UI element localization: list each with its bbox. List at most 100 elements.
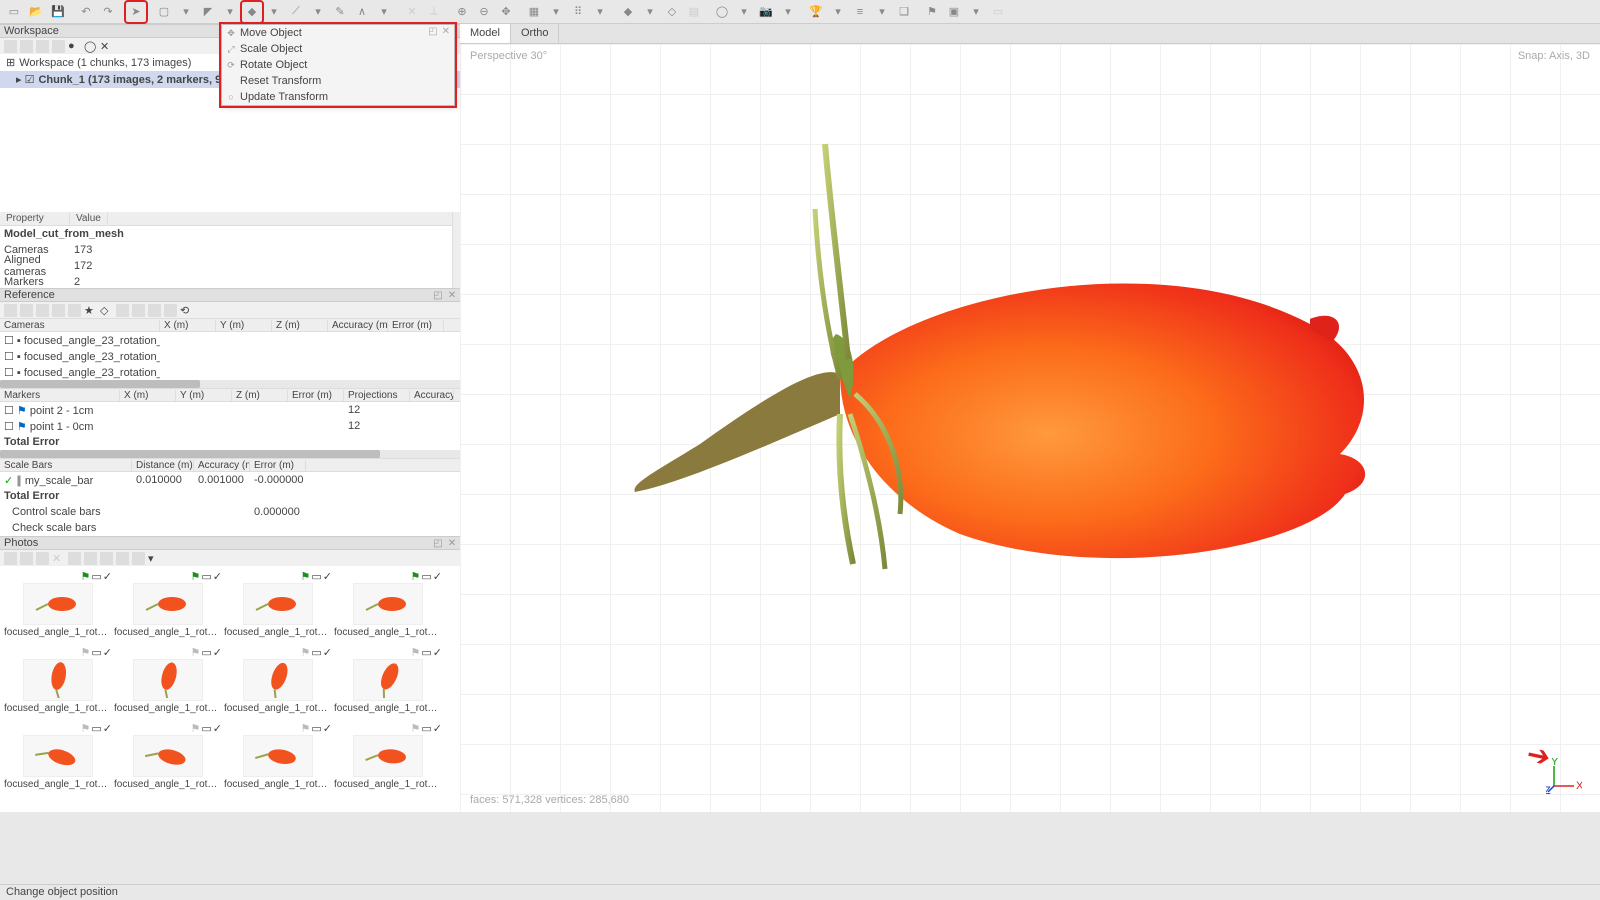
tb-icon[interactable]: ●: [68, 40, 81, 53]
tab-model[interactable]: Model: [460, 24, 511, 43]
photos-grid[interactable]: ⚑▭✓ focused_angle_1_rotation_1 ⚑▭✓ focus…: [0, 566, 460, 812]
undo-icon[interactable]: ↶: [76, 2, 96, 22]
tab-ortho[interactable]: Ortho: [511, 24, 560, 43]
check-icon: ✓: [103, 646, 112, 659]
dock-icon[interactable]: ◰: [432, 537, 444, 549]
zoom-in-icon[interactable]: ⊕: [452, 2, 472, 22]
cameras-show-icon[interactable]: ◯: [712, 2, 732, 22]
free-select-icon[interactable]: ◤: [198, 2, 218, 22]
photo-thumb[interactable]: ⚑▭✓ focused_angle_1_rotation_5: [4, 646, 112, 720]
menu-move-object[interactable]: ✥Move Object: [222, 25, 454, 41]
scrollbar[interactable]: [452, 212, 460, 288]
new-icon[interactable]: ▭: [4, 2, 24, 22]
texture-icon[interactable]: ◇: [662, 2, 682, 22]
tb-icon[interactable]: ✕: [100, 40, 113, 53]
photo-thumb[interactable]: ⚑▭✓ focused_angle_1_rotation_12: [334, 722, 442, 796]
dropdown-icon[interactable]: ▾: [220, 2, 240, 22]
menu-update-transform[interactable]: ○Update Transform: [222, 89, 454, 105]
scalebars-table[interactable]: ✓ ∥ my_scale_bar0.0100000.001000-0.00000…: [0, 472, 460, 536]
show-aligned-icon[interactable]: 🏆: [806, 2, 826, 22]
draw-icon[interactable]: ✎: [330, 2, 350, 22]
show-items-icon[interactable]: ≡: [850, 2, 870, 22]
photo-name: focused_angle_1_rotation_8: [334, 703, 442, 714]
dropdown-icon[interactable]: ▾: [734, 2, 754, 22]
photo-thumb[interactable]: ⚑▭✓ focused_angle_1_rotation_11: [224, 722, 332, 796]
close-icon[interactable]: ✕: [446, 537, 458, 549]
photos-panel-header: Photos ◰✕: [0, 536, 460, 550]
viewport-tabs: Model Ortho: [460, 24, 1600, 44]
show-region-icon[interactable]: ▣: [944, 2, 964, 22]
photo-thumb[interactable]: ⚑▭✓ focused_angle_1_rotation_7: [224, 646, 332, 720]
check-icon: ✓: [433, 646, 442, 659]
dropdown-icon[interactable]: ▾: [966, 2, 986, 22]
reset-view-icon[interactable]: ✥: [496, 2, 516, 22]
grid-icon[interactable]: ▦: [524, 2, 544, 22]
photo-thumb[interactable]: ⚑▭✓ focused_angle_1_rotation_9: [4, 722, 112, 796]
menu-rotate-object[interactable]: ⟳Rotate Object: [222, 57, 454, 73]
tb-icon[interactable]: ◯: [84, 40, 97, 53]
crop-icon[interactable]: ⟂: [424, 2, 444, 22]
photo-name: focused_angle_1_rotation_2: [114, 627, 222, 638]
menu-reset-transform[interactable]: Reset Transform: [222, 73, 454, 89]
photo-thumb[interactable]: ⚑▭✓ focused_angle_1_rotation_10: [114, 722, 222, 796]
viewport[interactable]: Perspective 30° Snap: Axis, 3D faces: 57…: [460, 44, 1600, 812]
redo-icon[interactable]: ↷: [98, 2, 118, 22]
dropdown-icon[interactable]: ▾: [176, 2, 196, 22]
photo-name: focused_angle_1_rotation_6: [114, 703, 222, 714]
flag-icon: ⚑: [81, 722, 91, 735]
show-shapes-icon[interactable]: ❑: [894, 2, 914, 22]
dropdown-icon[interactable]: ▾: [374, 2, 394, 22]
dropdown-icon[interactable]: ▾: [640, 2, 660, 22]
check-icon: ✓: [323, 646, 332, 659]
tb-icon[interactable]: [4, 40, 17, 53]
reference-toolbar: ★◇ ⟲: [0, 302, 460, 318]
dropdown-icon[interactable]: ▾: [872, 2, 892, 22]
update-icon: ○: [225, 92, 237, 102]
scrollbar[interactable]: [0, 380, 460, 388]
snap-label: Snap: Axis, 3D: [1518, 50, 1590, 62]
photo-thumb[interactable]: ⚑▭✓ focused_angle_1_rotation_3: [224, 570, 332, 644]
tb-icon[interactable]: [52, 40, 65, 53]
photo-name: focused_angle_1_rotation_3: [224, 627, 332, 638]
check-icon: ✓: [433, 570, 442, 583]
tb-icon[interactable]: [20, 40, 33, 53]
tb-icon[interactable]: [36, 40, 49, 53]
model-icon[interactable]: ◆: [618, 2, 638, 22]
scrollbar[interactable]: [0, 450, 460, 458]
dem-icon[interactable]: ▤: [684, 2, 704, 22]
move-region-icon[interactable]: ◆: [242, 2, 262, 22]
aligned-icon: ▭: [91, 570, 101, 583]
photos-toolbar: ✕▾: [0, 550, 460, 566]
photo-thumb[interactable]: ⚑▭✓ focused_angle_1_rotation_1: [4, 570, 112, 644]
polyline-icon[interactable]: ∧: [352, 2, 372, 22]
photo-thumb[interactable]: ⚑▭✓ focused_angle_1_rotation_8: [334, 646, 442, 720]
show-bbox-icon[interactable]: ▭: [988, 2, 1008, 22]
markers-table[interactable]: ☐ ⚑ point 2 - 1cm12 ☐ ⚑ point 1 - 0cm12 …: [0, 402, 460, 450]
photo-thumb[interactable]: ⚑▭✓ focused_angle_1_rotation_4: [334, 570, 442, 644]
aligned-icon: ▭: [201, 722, 211, 735]
open-icon[interactable]: 📂: [26, 2, 46, 22]
zoom-out-icon[interactable]: ⊖: [474, 2, 494, 22]
delete-icon[interactable]: ✕: [402, 2, 422, 22]
dropdown-icon[interactable]: ▾: [264, 2, 284, 22]
dropdown-icon[interactable]: ▾: [778, 2, 798, 22]
dropdown-icon[interactable]: ▾: [308, 2, 328, 22]
cameras-table[interactable]: ☐ ▪ focused_angle_23_rotation_10 ☐ ▪ foc…: [0, 332, 460, 380]
photo-thumb[interactable]: ⚑▭✓ focused_angle_1_rotation_2: [114, 570, 222, 644]
dropdown-icon[interactable]: ▾: [828, 2, 848, 22]
capture-icon[interactable]: 📷: [756, 2, 776, 22]
dock-icon[interactable]: ◰: [432, 289, 444, 301]
ruler-icon[interactable]: ⟋: [286, 2, 306, 22]
photo-thumb[interactable]: ⚑▭✓ focused_angle_1_rotation_6: [114, 646, 222, 720]
points-icon[interactable]: ⠿: [568, 2, 588, 22]
flag-icon[interactable]: ⚑: [922, 2, 942, 22]
save-icon[interactable]: 💾: [48, 2, 68, 22]
navigate-icon[interactable]: ➤: [126, 2, 146, 22]
photo-name: focused_angle_1_rotation_1: [4, 627, 112, 638]
rect-select-icon[interactable]: ▢: [154, 2, 174, 22]
dropdown-icon[interactable]: ▾: [546, 2, 566, 22]
dropdown-icon[interactable]: ▾: [590, 2, 610, 22]
close-icon[interactable]: ✕: [446, 289, 458, 301]
aligned-icon: ▭: [311, 570, 321, 583]
check-icon: ✓: [103, 570, 112, 583]
